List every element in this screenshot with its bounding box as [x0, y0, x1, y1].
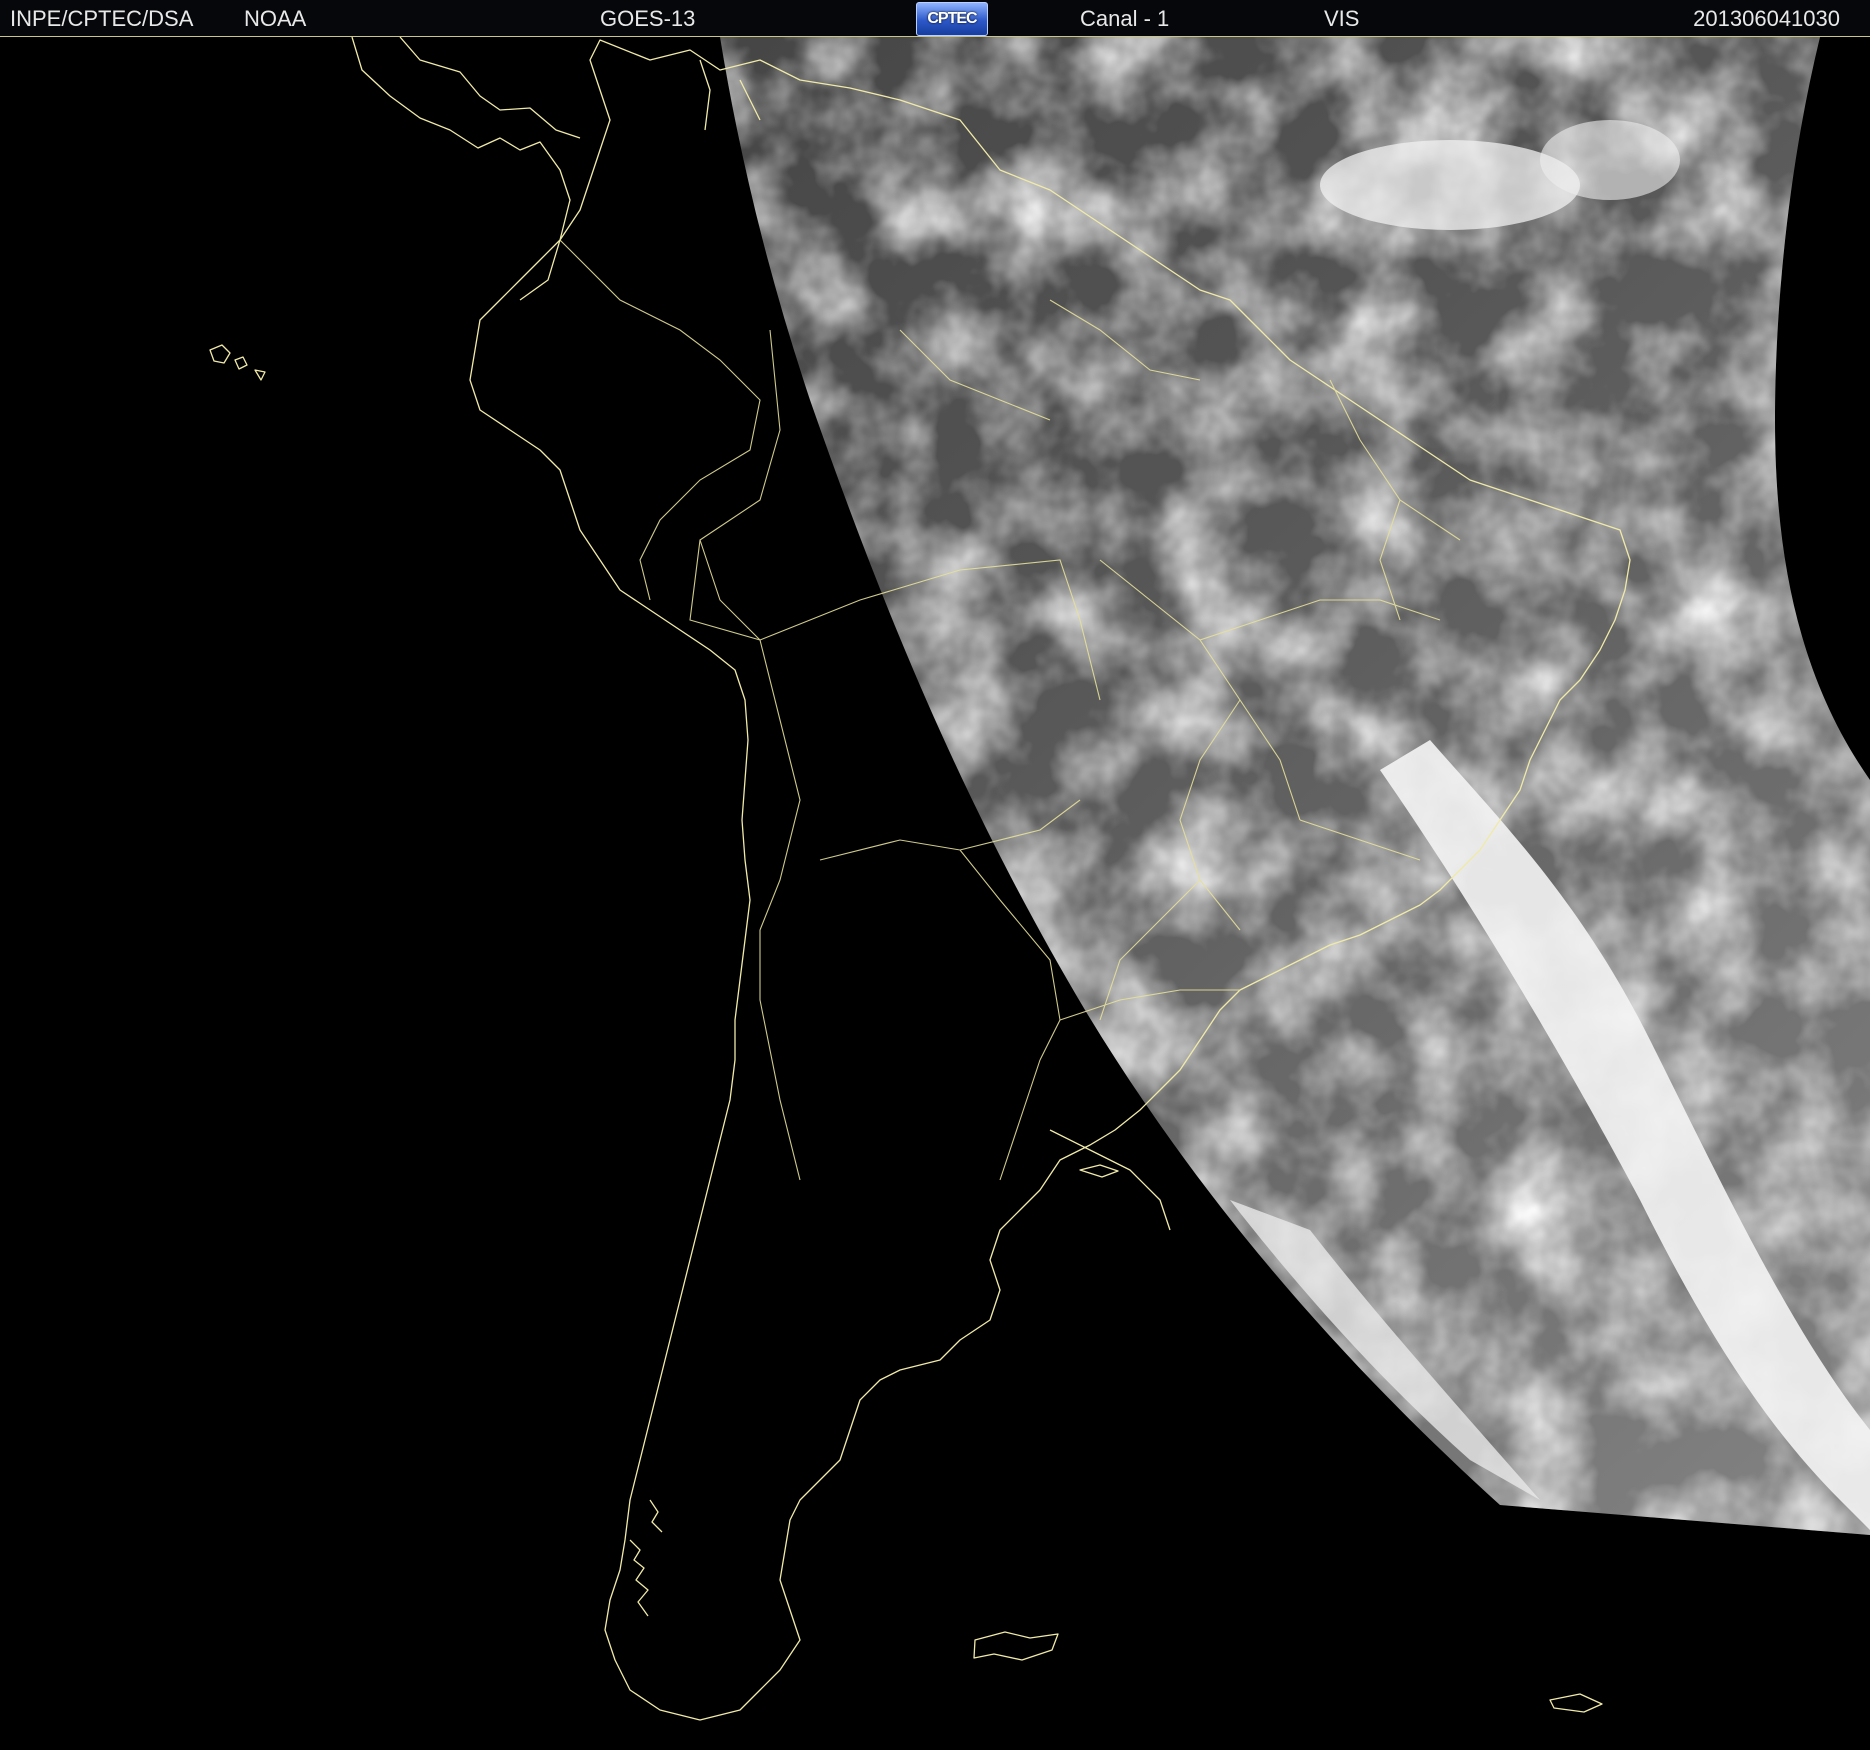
agency-label: NOAA [244, 6, 307, 31]
channel-label: Canal - 1 [1080, 6, 1170, 31]
satellite-map-svg [0, 37, 1870, 1750]
header-bar: INPE/CPTEC/DSA NOAA GOES-13 CPTEC Canal … [0, 0, 1870, 37]
cptec-logo: CPTEC [916, 2, 988, 36]
satellite-label: GOES-13 [600, 6, 696, 31]
cptec-logo-text: CPTEC [927, 10, 977, 27]
band-label: VIS [1324, 6, 1360, 31]
timestamp-label: 201306041030 [1693, 6, 1840, 31]
satellite-image [0, 37, 1870, 1750]
source-label: INPE/CPTEC/DSA [10, 6, 194, 31]
